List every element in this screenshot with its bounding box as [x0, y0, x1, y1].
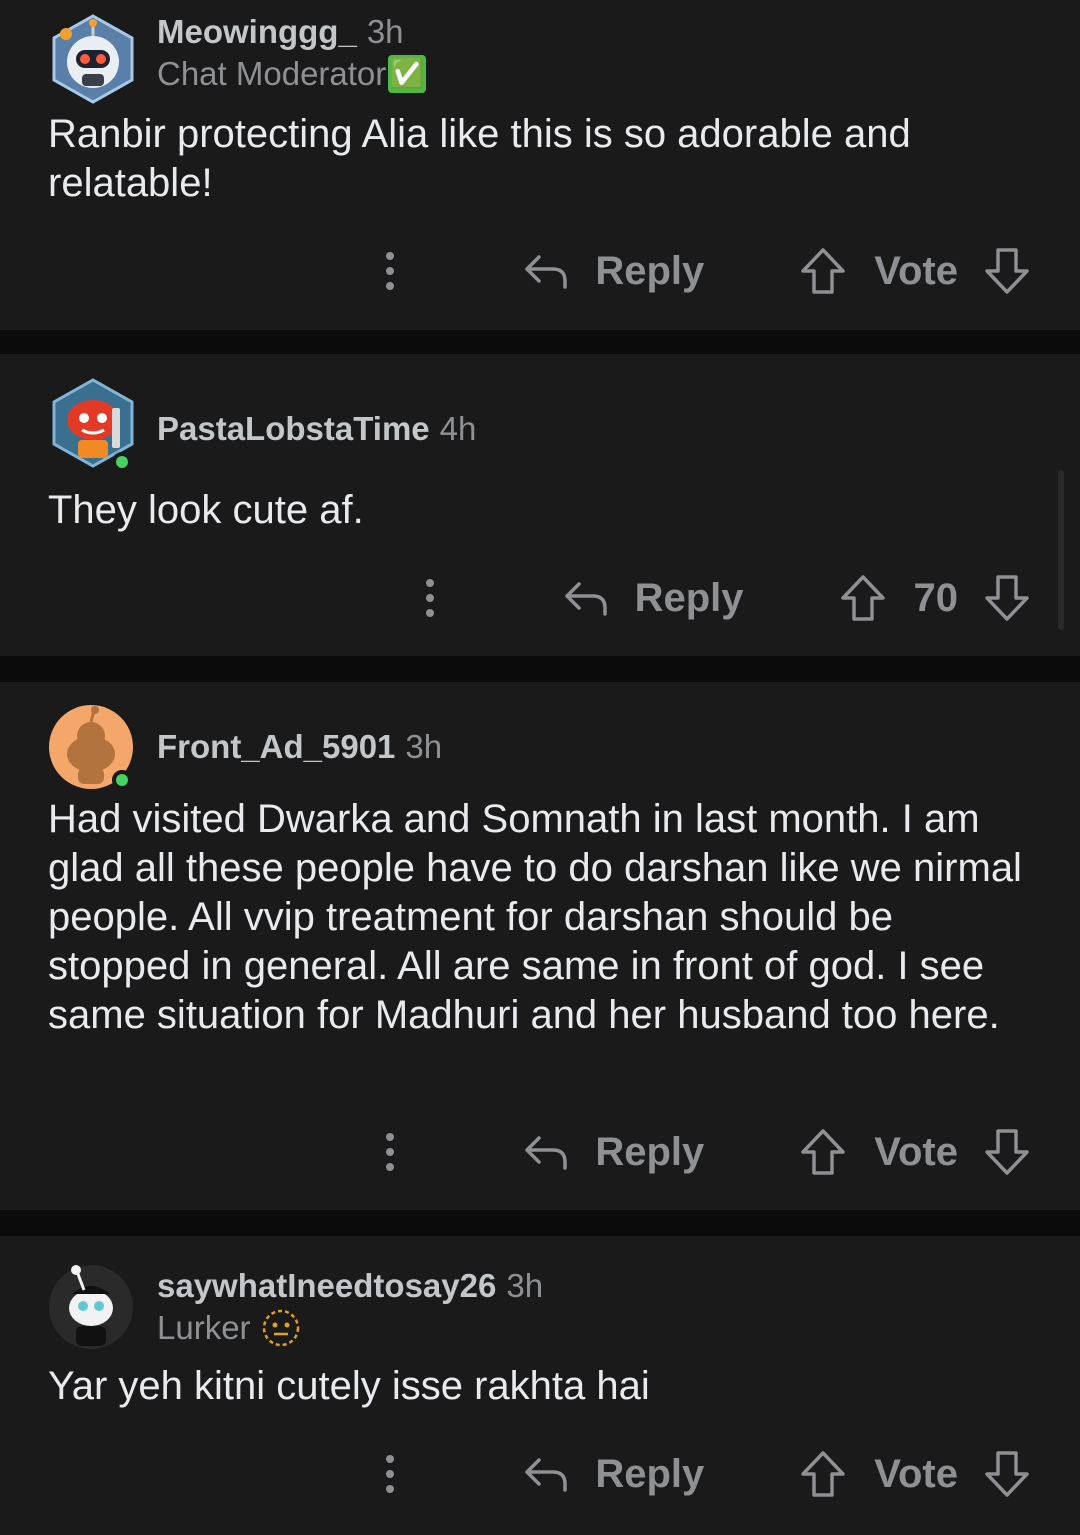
reply-label: Reply — [595, 248, 705, 293]
vertical-dots-icon — [386, 252, 395, 290]
downvote-arrow-icon[interactable] — [984, 1128, 1030, 1176]
user-flair: Lurker — [157, 1308, 301, 1348]
timestamp: 3h — [506, 1267, 544, 1304]
timestamp: 3h — [405, 728, 443, 765]
comment-card: PastaLobstaTime 4h They look cute af. Rep… — [0, 354, 1080, 656]
vote-count: Vote — [874, 1451, 958, 1496]
vote-count: 70 — [913, 575, 959, 620]
comment-actions: Reply Vote — [375, 243, 1030, 299]
vertical-dots-icon — [425, 579, 434, 617]
reply-arrow-icon — [525, 1458, 568, 1492]
more-options-button[interactable] — [375, 1124, 405, 1180]
vertical-dots-icon — [386, 1133, 395, 1171]
robot-snoo-avatar-icon — [52, 14, 134, 104]
comment-meta: saywhatIneedtosay26 3h — [157, 1266, 543, 1306]
reply-button[interactable]: Reply — [523, 1130, 704, 1175]
vote-controls: 70 — [840, 574, 1031, 622]
online-status-indicator — [112, 452, 132, 472]
reply-button[interactable]: Reply — [523, 1452, 704, 1497]
vertical-dots-icon — [386, 1455, 395, 1493]
username[interactable]: saywhatIneedtosay26 — [157, 1267, 496, 1304]
vote-controls: Vote — [800, 247, 1030, 295]
comment-body: Ranbir protecting Alia like this is so a… — [48, 112, 911, 205]
comment-body: Yar yeh kitni cutely isse rakhta hai — [48, 1364, 650, 1408]
upvote-arrow-icon[interactable] — [800, 1450, 846, 1498]
comment-card: saywhatIneedtosay26 3h Lurker Yar yeh kit… — [0, 1236, 1080, 1535]
reply-arrow-icon — [525, 255, 568, 289]
reply-arrow-icon — [525, 1136, 568, 1170]
avatar[interactable] — [48, 14, 134, 104]
comment-body: Had visited Dwarka and Somnath in last m… — [48, 797, 1022, 1037]
timestamp: 3h — [366, 13, 404, 50]
comment-card: Meowinggg_ 3h Chat Moderator ✅ Ranbir pro… — [0, 0, 1080, 330]
avatar[interactable] — [48, 378, 134, 472]
more-options-button[interactable] — [415, 570, 445, 626]
online-status-indicator — [112, 770, 132, 790]
comment-actions: Reply Vote — [375, 1124, 1030, 1180]
reply-label: Reply — [595, 1451, 705, 1496]
reply-label: Reply — [634, 575, 744, 620]
reply-button[interactable]: Reply — [563, 576, 744, 621]
reply-arrow-icon — [564, 582, 607, 616]
username[interactable]: Meowinggg_ — [157, 13, 357, 50]
downvote-arrow-icon[interactable] — [984, 574, 1030, 622]
reply-button[interactable]: Reply — [523, 249, 704, 294]
comment-actions: Reply 70 — [415, 570, 1030, 626]
vote-count: Vote — [874, 1129, 958, 1174]
flair-label: Chat Moderator — [157, 55, 387, 92]
vote-controls: Vote — [800, 1128, 1030, 1176]
comment-meta: PastaLobstaTime 4h — [157, 409, 476, 449]
more-options-button[interactable] — [375, 243, 405, 299]
comment-meta: Meowinggg_ 3h — [157, 12, 404, 52]
upvote-arrow-icon[interactable] — [840, 574, 886, 622]
user-flair: Chat Moderator ✅ — [157, 54, 427, 94]
avatar[interactable] — [48, 1264, 134, 1350]
neutral-face-icon — [262, 1309, 299, 1347]
bw-snoo-avatar-icon — [49, 1265, 133, 1349]
downvote-arrow-icon[interactable] — [984, 1450, 1030, 1498]
vote-count: Vote — [874, 248, 958, 293]
downvote-arrow-icon[interactable] — [984, 247, 1030, 295]
comment-meta: Front_Ad_5901 3h — [157, 727, 442, 767]
avatar[interactable] — [48, 704, 134, 790]
flair-label: Lurker — [157, 1309, 251, 1346]
comment-body: They look cute af. — [48, 488, 364, 532]
comment-actions: Reply Vote — [375, 1446, 1030, 1502]
check-mark-icon: ✅ — [388, 55, 427, 93]
upvote-arrow-icon[interactable] — [800, 1128, 846, 1176]
timestamp: 4h — [439, 410, 477, 447]
reply-label: Reply — [595, 1129, 705, 1174]
scrollbar[interactable] — [1058, 470, 1064, 630]
comment-card: Front_Ad_5901 3h Had visited Dwarka and S… — [0, 682, 1080, 1210]
more-options-button[interactable] — [375, 1446, 405, 1502]
username[interactable]: PastaLobstaTime — [157, 410, 430, 447]
vote-controls: Vote — [800, 1450, 1030, 1498]
username[interactable]: Front_Ad_5901 — [157, 728, 395, 765]
upvote-arrow-icon[interactable] — [800, 247, 846, 295]
